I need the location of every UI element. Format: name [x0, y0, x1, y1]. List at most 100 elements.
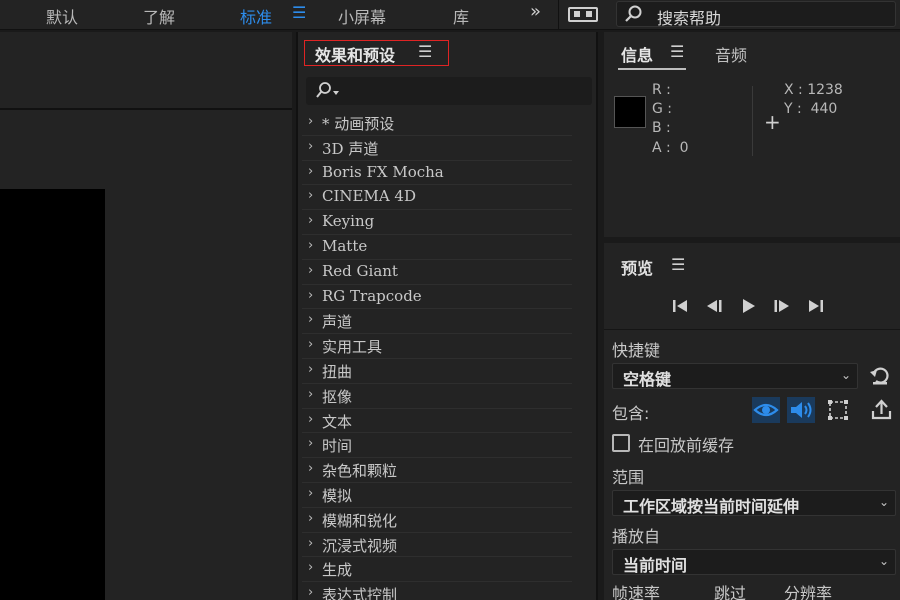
chevron-right-icon[interactable]: ›: [308, 560, 313, 575]
effects-category-item[interactable]: › 时间: [302, 433, 572, 459]
shortcut-dropdown[interactable]: 空格键 ⌄: [612, 363, 858, 389]
chevron-right-icon[interactable]: ›: [308, 461, 313, 476]
effects-category-item[interactable]: › Boris FX Mocha: [302, 161, 572, 186]
range-value: 工作区域按当前时间延伸: [623, 497, 800, 516]
x-coordinate: X : 1238: [784, 82, 843, 98]
chevron-right-icon[interactable]: ›: [308, 238, 313, 253]
chevron-right-icon[interactable]: ›: [308, 412, 313, 427]
effects-panel-tab[interactable]: 效果和预设 ☰: [304, 40, 449, 66]
previous-frame-icon[interactable]: [704, 297, 724, 315]
effects-category-item[interactable]: › 表达式控制: [302, 582, 572, 600]
hamburger-menu-icon[interactable]: ☰: [292, 3, 306, 22]
workspace-small-screen[interactable]: 小屏幕: [338, 4, 386, 28]
y-coordinate: Y : 440: [784, 101, 838, 117]
skip-label: 跳过: [714, 584, 747, 600]
divider: [604, 329, 900, 330]
play-icon[interactable]: [738, 297, 758, 315]
workspace-learn[interactable]: 了解: [143, 4, 175, 28]
hamburger-menu-icon[interactable]: ☰: [670, 42, 684, 61]
effects-category-label: 杂色和颗粒: [322, 462, 398, 481]
tab-audio[interactable]: 音频: [715, 42, 747, 66]
chevron-right-icon[interactable]: ›: [308, 585, 313, 600]
chevron-right-icon[interactable]: ›: [308, 139, 313, 154]
chevron-down-icon: ⌄: [878, 495, 889, 509]
effects-category-item[interactable]: › Matte: [302, 235, 572, 260]
effects-search-input[interactable]: [306, 77, 592, 105]
effects-category-item[interactable]: › * 动画预设: [302, 111, 572, 136]
effects-category-item[interactable]: › CINEMA 4D: [302, 185, 572, 211]
chevron-right-icon[interactable]: ›: [308, 337, 313, 352]
workspace-standard[interactable]: 标准: [240, 4, 272, 28]
cache-before-playback-label: 在回放前缓存: [638, 436, 735, 455]
chevron-right-icon[interactable]: ›: [308, 263, 313, 278]
overlays-toggle-icon[interactable]: [824, 397, 852, 423]
chevron-right-icon[interactable]: ›: [308, 511, 313, 526]
effects-category-label: Red Giant: [322, 261, 398, 280]
effects-category-label: 3D 声道: [322, 139, 379, 158]
play-from-dropdown[interactable]: 当前时间 ⌄: [612, 549, 896, 575]
effects-category-label: Matte: [322, 236, 368, 255]
chevron-right-icon[interactable]: ›: [308, 312, 313, 327]
effects-category-item[interactable]: › 抠像: [302, 384, 572, 409]
chevron-down-icon: ⌄: [878, 554, 889, 568]
chevron-down-icon: ⌄: [840, 368, 851, 382]
effects-category-item[interactable]: › 文本: [302, 409, 572, 434]
reset-icon[interactable]: [868, 364, 896, 390]
chevron-right-icon[interactable]: ›: [308, 188, 313, 203]
effects-category-label: 模拟: [322, 486, 353, 505]
chevron-right-icon[interactable]: ›: [308, 213, 313, 228]
workspace-panel-icon[interactable]: [568, 7, 598, 22]
range-dropdown[interactable]: 工作区域按当前时间延伸 ⌄: [612, 490, 896, 516]
effects-category-label: 扭曲: [322, 362, 353, 381]
workspace-libraries[interactable]: 库: [453, 4, 469, 28]
effects-list: › * 动画预设 › 3D 声道 › Boris FX Mocha › CINEMA 4D › K…: [302, 111, 572, 600]
search-dropdown-icon[interactable]: [314, 81, 344, 105]
tab-underline: [618, 68, 686, 70]
chevron-right-icon[interactable]: ›: [308, 362, 313, 377]
transport-controls: [670, 297, 826, 315]
chevron-right-icon[interactable]: ›: [308, 387, 313, 402]
effects-category-label: 表达式控制: [322, 586, 398, 600]
chevron-double-right-icon[interactable]: »: [530, 1, 541, 22]
r-value: R :: [652, 82, 671, 98]
effects-category-label: 声道: [322, 313, 353, 332]
next-frame-icon[interactable]: [772, 297, 792, 315]
chevron-right-icon[interactable]: ›: [308, 536, 313, 551]
effects-category-item[interactable]: › Red Giant: [302, 260, 572, 285]
effects-category-item[interactable]: › 模糊和锐化: [302, 508, 572, 533]
first-frame-icon[interactable]: [670, 297, 690, 315]
hamburger-menu-icon[interactable]: ☰: [418, 42, 432, 61]
effects-category-item[interactable]: › RG Trapcode: [302, 285, 572, 310]
workspace-default[interactable]: 默认: [46, 4, 78, 28]
chevron-right-icon[interactable]: ›: [308, 164, 313, 179]
chevron-right-icon[interactable]: ›: [308, 288, 313, 303]
effects-category-item[interactable]: › 模拟: [302, 483, 572, 508]
effects-category-item[interactable]: › 实用工具: [302, 334, 572, 359]
effects-category-item[interactable]: › 沉浸式视频: [302, 533, 572, 558]
chevron-right-icon[interactable]: ›: [308, 114, 313, 129]
export-icon[interactable]: [868, 397, 896, 423]
a-value: A : 0: [652, 140, 689, 156]
effects-category-item[interactable]: › 声道: [302, 309, 572, 335]
effects-category-label: CINEMA 4D: [322, 187, 417, 206]
effects-category-label: Keying: [322, 212, 375, 231]
effects-category-item[interactable]: › Keying: [302, 210, 572, 235]
effects-category-item[interactable]: › 生成: [302, 557, 572, 583]
video-toggle-eye-icon[interactable]: [752, 397, 780, 423]
last-frame-icon[interactable]: [806, 297, 826, 315]
tab-info[interactable]: 信息: [621, 42, 653, 66]
help-search-input[interactable]: 搜索帮助: [616, 1, 896, 28]
chevron-right-icon[interactable]: ›: [308, 436, 313, 451]
composition-viewer[interactable]: [0, 189, 105, 600]
hamburger-menu-icon[interactable]: ☰: [671, 255, 685, 274]
effects-category-item[interactable]: › 3D 声道: [302, 136, 572, 161]
audio-toggle-speaker-icon[interactable]: [787, 397, 815, 423]
effects-category-item[interactable]: › 扭曲: [302, 359, 572, 384]
divider: [558, 0, 559, 30]
chevron-right-icon[interactable]: ›: [308, 486, 313, 501]
cache-before-playback-checkbox[interactable]: [612, 434, 630, 452]
effects-category-item[interactable]: › 杂色和颗粒: [302, 458, 572, 483]
divider: [0, 108, 292, 110]
effects-category-label: 文本: [322, 412, 353, 431]
effects-category-label: * 动画预设: [322, 115, 395, 133]
